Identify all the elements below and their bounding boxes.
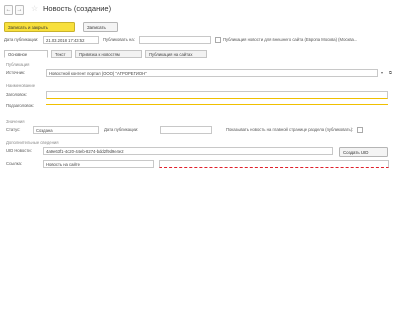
publish-date-field[interactable]	[160, 126, 212, 134]
source-field[interactable]: Новостной контент портал (ООО) "АГРОРЕГИ…	[46, 69, 378, 77]
tab-news-links[interactable]: Привязка к новостям	[75, 50, 142, 58]
tab-text[interactable]: Текст	[51, 50, 72, 58]
save-button[interactable]: Записать	[83, 22, 118, 32]
favorite-star-icon[interactable]: ☆	[31, 4, 38, 14]
open-icon[interactable]: ⧉	[389, 69, 392, 76]
link-field[interactable]: Новость на сайте	[43, 160, 154, 168]
uid-label: UID Новости:	[6, 148, 32, 153]
source-label: Источник:	[6, 70, 26, 75]
show-on-main-checkbox[interactable]	[357, 127, 363, 133]
back-arrow-icon[interactable]: ←	[4, 5, 13, 15]
tab-main[interactable]: Основное	[4, 50, 48, 58]
title-section-heading: Наименование	[6, 83, 36, 88]
uid-field[interactable]: 4a9e63f1-4c20-44eb-8274-bdd2f9d9e4e2	[43, 147, 333, 155]
link-url-field[interactable]	[159, 160, 389, 168]
save-and-close-button[interactable]: Записать и закрыть	[4, 22, 75, 32]
external-site-label: Публикация новости для внешнего сайта (Е…	[223, 37, 358, 42]
tab-site-publication[interactable]: Публикация на сайтах	[145, 50, 207, 58]
title-label: Заголовок:	[6, 92, 27, 97]
dropdown-arrow-icon[interactable]: ▾	[381, 69, 383, 76]
publish-date-label: Дата публикации:	[104, 127, 139, 132]
status-label: Статус:	[6, 127, 21, 132]
publication-section-title: Публикация	[6, 62, 30, 67]
subtitle-label: Подзаголовок:	[6, 103, 34, 108]
show-on-main-label: Показывать новость на главной странице р…	[226, 127, 354, 132]
window-title: Новость (создание)	[43, 4, 112, 13]
status-section-heading: Значения	[6, 119, 25, 124]
schedule-field[interactable]	[139, 36, 211, 44]
external-site-checkbox[interactable]	[215, 37, 221, 43]
create-uid-button[interactable]: Создать UID	[339, 147, 388, 157]
schedule-label: Публиковать на:	[103, 37, 135, 42]
subtitle-input[interactable]	[46, 104, 388, 105]
forward-arrow-icon[interactable]: →	[15, 5, 24, 15]
title-bar: ← → ☆ Новость (создание)	[0, 0, 400, 20]
date-label: Дата публикации:	[4, 37, 39, 42]
extra-section-heading: Дополнительные сведения	[6, 140, 59, 145]
link-label: Ссылка:	[6, 161, 22, 166]
title-input[interactable]	[46, 91, 388, 99]
status-select[interactable]: Создана	[33, 126, 99, 134]
date-field[interactable]: 21.03.2018 17:43:52	[43, 36, 99, 44]
